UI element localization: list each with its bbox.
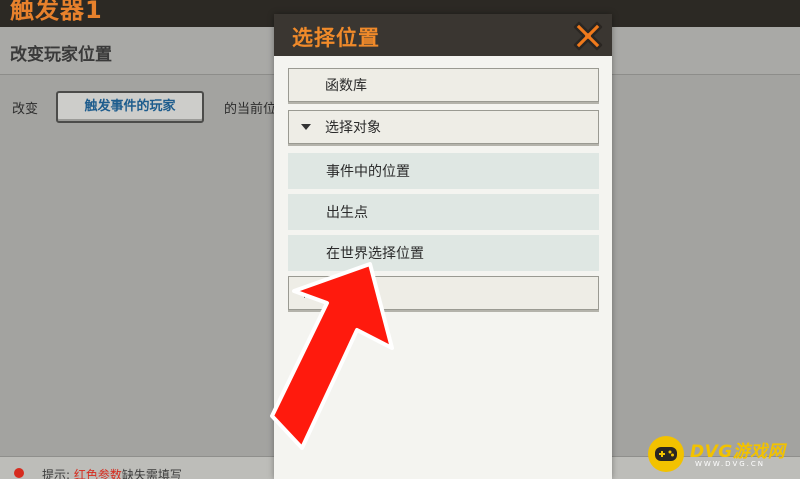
menu-item-label: 事件中的位置 xyxy=(326,164,410,180)
dialog-title: 选择位置 xyxy=(292,26,380,50)
watermark-url: WWW.DVG.CN xyxy=(695,460,766,468)
close-button[interactable] xyxy=(570,18,606,54)
dialog-header: 选择位置 xyxy=(274,14,612,56)
hint-text: 提示: 红色参数缺失需填写 xyxy=(42,466,182,479)
menu-item-label: 变量 xyxy=(325,286,353,302)
section-title: 改变玩家位置 xyxy=(10,45,112,65)
menu-item-select-object[interactable]: 选择对象 xyxy=(288,110,599,144)
watermark: DVG游戏网 WWW.DVG.CN xyxy=(648,436,800,476)
change-label: 改变 xyxy=(12,102,39,117)
menu-item-function-library[interactable]: 函数库 xyxy=(288,68,599,102)
menu-item-label: 出生点 xyxy=(326,205,368,221)
trigger-player-button[interactable]: 触发事件的玩家 xyxy=(56,91,204,123)
watermark-name: DVG游戏网 xyxy=(690,442,786,462)
hint-red-text: 红色参数 xyxy=(73,468,122,479)
current-position-label: 的当前位 xyxy=(224,102,277,117)
hint-prefix: 提示: xyxy=(42,468,74,479)
hint-suffix: 缺失需填写 xyxy=(121,468,182,479)
editor-title: 触发器1 xyxy=(10,0,103,24)
menu-item-world-select-position[interactable]: 在世界选择位置 xyxy=(288,235,599,271)
watermark-badge xyxy=(648,436,684,472)
triangle-down-icon xyxy=(301,124,311,130)
gamepad-icon xyxy=(655,447,677,461)
menu-item-label: 选择对象 xyxy=(325,120,381,136)
triangle-right-icon xyxy=(304,288,310,298)
menu-item-spawn-point[interactable]: 出生点 xyxy=(288,194,599,230)
menu-item-label: 在世界选择位置 xyxy=(326,246,424,262)
menu-item-label: 函数库 xyxy=(325,78,367,94)
menu-item-variable[interactable]: 变量 xyxy=(288,276,599,310)
menu-item-event-position[interactable]: 事件中的位置 xyxy=(288,153,599,189)
hint-dot-icon xyxy=(14,468,24,478)
close-x-icon xyxy=(573,21,603,51)
trigger-player-button-label: 触发事件的玩家 xyxy=(84,99,176,114)
